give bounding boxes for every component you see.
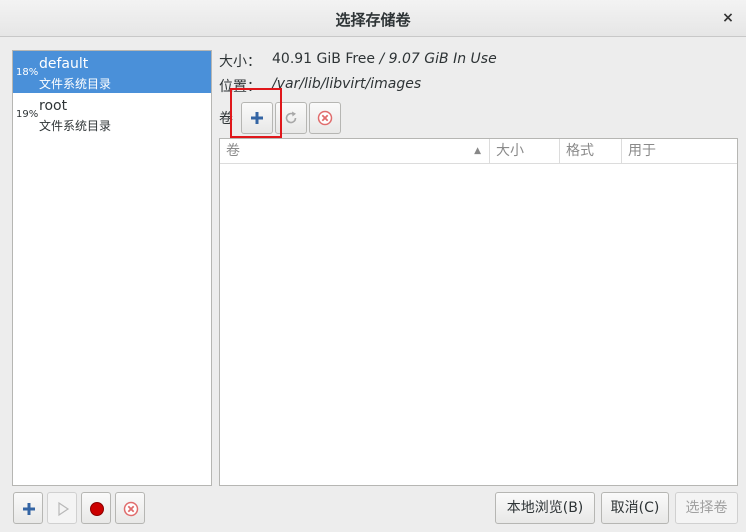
delete-pool-button[interactable] xyxy=(115,492,145,524)
column-volume[interactable]: 卷 ▲ xyxy=(220,139,490,163)
column-size[interactable]: 大小 xyxy=(490,139,560,163)
pool-usage: 19% xyxy=(16,109,39,120)
column-format-label: 格式 xyxy=(566,143,594,159)
column-size-label: 大小 xyxy=(496,143,524,159)
refresh-volumes-button[interactable] xyxy=(275,102,307,134)
cancel-button[interactable]: 取消(C) xyxy=(601,492,669,524)
pool-type: 文件系统目录 xyxy=(39,77,112,91)
record-icon xyxy=(90,502,104,516)
volume-table-header: 卷 ▲ 大小 格式 用于 xyxy=(220,139,737,164)
pool-type: 文件系统目录 xyxy=(39,119,112,133)
delete-icon xyxy=(123,501,139,517)
pool-name: default xyxy=(39,56,89,72)
browse-local-button[interactable]: 本地浏览(B) xyxy=(495,492,595,524)
plus-icon xyxy=(23,503,35,515)
column-used-by-label: 用于 xyxy=(628,143,656,159)
delete-icon xyxy=(317,110,333,126)
dialog-titlebar: 选择存储卷 × xyxy=(0,0,746,37)
column-format[interactable]: 格式 xyxy=(560,139,622,163)
volumes-label: 卷 xyxy=(219,111,233,127)
stop-pool-button[interactable] xyxy=(81,492,111,524)
delete-volume-button[interactable] xyxy=(309,102,341,134)
plus-icon xyxy=(251,112,263,124)
size-separator: / xyxy=(375,51,389,67)
add-pool-button[interactable] xyxy=(13,492,43,524)
size-value: 40.91 GiB Free / 9.07 GiB In Use xyxy=(272,51,497,67)
location-value: /var/lib/libvirt/images xyxy=(272,76,422,92)
size-label: 大小： xyxy=(219,54,261,70)
sort-ascending-icon: ▲ xyxy=(474,146,481,156)
volume-table[interactable]: 卷 ▲ 大小 格式 用于 xyxy=(219,138,738,486)
pool-usage: 18% xyxy=(16,67,39,78)
play-icon xyxy=(58,501,70,517)
size-free: 40.91 GiB Free xyxy=(272,51,376,67)
pool-name: root xyxy=(39,98,68,114)
start-pool-button[interactable] xyxy=(47,492,77,524)
column-used-by[interactable]: 用于 xyxy=(622,139,737,163)
add-volume-button[interactable] xyxy=(241,102,273,134)
refresh-icon xyxy=(285,111,297,124)
pool-item-default[interactable]: 18% default 文件系统目录 xyxy=(13,51,211,93)
pool-item-root[interactable]: 19% root 文件系统目录 xyxy=(13,93,211,135)
dialog-title: 选择存储卷 xyxy=(335,11,411,29)
size-used: 9.07 GiB In Use xyxy=(388,51,497,67)
location-label: 位置： xyxy=(219,79,261,95)
column-volume-label: 卷 xyxy=(226,143,240,159)
close-button[interactable]: × xyxy=(718,8,738,28)
choose-volume-button[interactable]: 选择卷 xyxy=(675,492,738,524)
storage-pool-list[interactable]: 18% default 文件系统目录 19% root 文件系统目录 xyxy=(12,50,212,486)
